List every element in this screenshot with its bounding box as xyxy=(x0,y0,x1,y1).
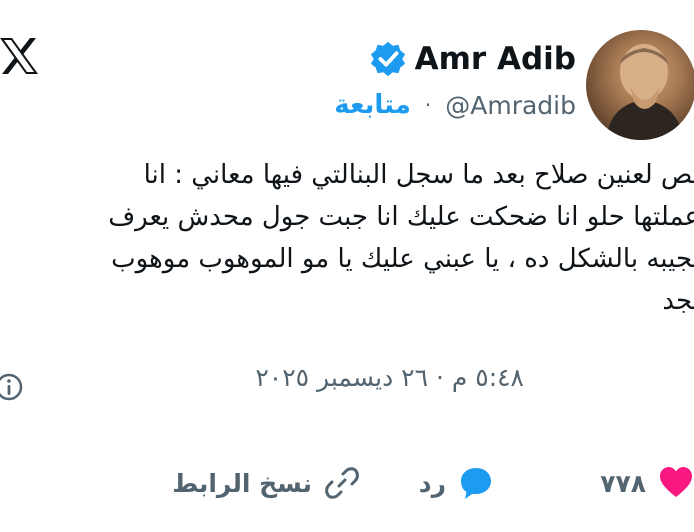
tweet-line: بص لعنين صلاح بعد ما سجل البنالتي فيها م… xyxy=(143,160,694,190)
tweet-timestamp[interactable]: ٥:٤٨ م · ٢٦ ديسمبر ٢٠٢٥ xyxy=(255,363,524,392)
avatar-photo xyxy=(606,44,684,140)
author-name-row[interactable]: Amr Adib xyxy=(369,40,576,78)
reply-button[interactable]: رد xyxy=(419,465,494,501)
like-count: ٧٧٨ xyxy=(600,468,646,498)
copy-link-button[interactable]: نسخ الرابط xyxy=(172,465,360,501)
heart-icon xyxy=(660,467,692,497)
tweet-line: بجد xyxy=(662,286,694,316)
avatar[interactable] xyxy=(586,30,694,140)
tweet-text: بص لعنين صلاح بعد ما سجل البنالتي فيها م… xyxy=(0,154,694,322)
separator-dot: · xyxy=(424,93,432,117)
display-name: Amr Adib xyxy=(414,41,576,77)
link-icon xyxy=(325,467,359,499)
copy-link-label: نسخ الرابط xyxy=(172,468,312,498)
handle-row: متابعة · @Amradib xyxy=(334,90,576,120)
handle[interactable]: @Amradib xyxy=(445,91,576,120)
info-icon[interactable] xyxy=(0,372,24,402)
speech-bubble-icon xyxy=(461,468,491,499)
like-button[interactable]: ٧٧٨ xyxy=(600,465,694,501)
tweet-line: يجيبه بالشكل ده ، يا عبني عليك يا مو الم… xyxy=(111,244,694,274)
reply-label: رد xyxy=(418,468,446,498)
follow-button[interactable]: متابعة xyxy=(334,90,411,120)
x-logo-icon[interactable] xyxy=(0,32,38,80)
tweet-line: عملتها حلو انا ضحكت عليك انا جبت جول محد… xyxy=(108,202,694,232)
action-bar: ٧٧٨ رد نسخ الرابط xyxy=(0,465,694,505)
verified-badge-icon xyxy=(370,41,405,77)
